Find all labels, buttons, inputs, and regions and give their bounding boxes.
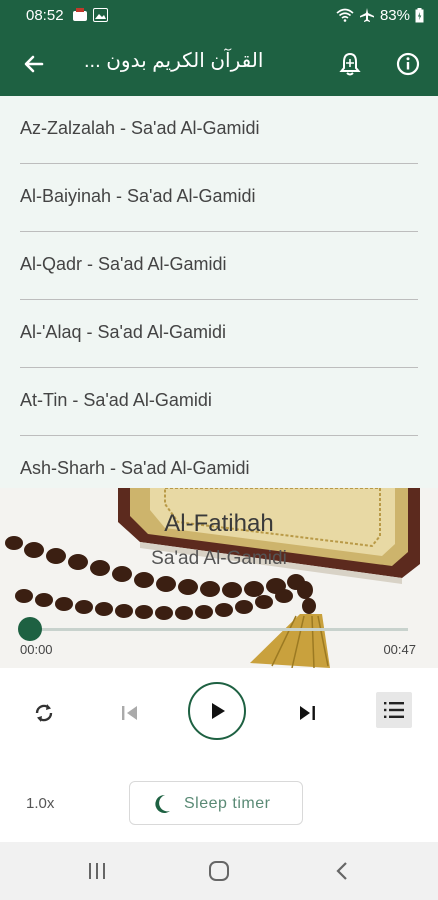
playlist: Az-Zalzalah - Sa'ad Al-Gamidi Al-Baiyina…: [0, 96, 438, 488]
back-nav-icon[interactable]: [332, 860, 352, 882]
skip-next-icon[interactable]: [296, 702, 318, 724]
status-time: 08:52: [26, 6, 64, 24]
now-playing-panel: Al-Fatihah Sa'ad Al-Gamidi 00:00 00:47: [0, 488, 438, 668]
now-playing-artist: Sa'ad Al-Gamidi: [151, 548, 287, 569]
bell-icon[interactable]: [336, 50, 364, 78]
status-bar: 08:52 83%: [0, 0, 438, 30]
system-navigation-bar: [0, 842, 438, 900]
duration: 00:47: [383, 642, 416, 657]
battery-level: 83%: [379, 6, 410, 24]
seek-thumb[interactable]: [18, 617, 42, 641]
moon-icon: [155, 794, 170, 813]
playback-speed-button[interactable]: 1.0x: [26, 795, 54, 812]
playlist-button[interactable]: [376, 692, 412, 728]
airplane-mode-icon: [359, 8, 374, 22]
image-notification-icon: [92, 8, 108, 22]
home-icon[interactable]: [208, 860, 230, 882]
skip-previous-icon[interactable]: [119, 702, 141, 724]
list-item[interactable]: Al-'Alaq - Sa'ad Al-Gamidi: [0, 300, 438, 368]
list-item[interactable]: Az-Zalzalah - Sa'ad Al-Gamidi: [0, 96, 438, 164]
play-icon: [212, 703, 225, 719]
list-item-label: Al-Qadr - Sa'ad Al-Gamidi: [20, 254, 227, 274]
app-bar: القرآن الكريم بدون ...: [0, 30, 438, 96]
list-item[interactable]: Al-Qadr - Sa'ad Al-Gamidi: [0, 232, 438, 300]
seek-bar[interactable]: [30, 628, 408, 631]
list-item[interactable]: Ash-Sharh - Sa'ad Al-Gamidi: [0, 436, 438, 488]
repeat-icon[interactable]: [31, 700, 57, 726]
list-item[interactable]: At-Tin - Sa'ad Al-Gamidi: [0, 368, 438, 436]
recent-apps-icon[interactable]: [86, 861, 108, 881]
wifi-icon: [336, 8, 354, 22]
list-item-label: Ash-Sharh - Sa'ad Al-Gamidi: [20, 458, 250, 478]
notification-app-icon: [72, 8, 87, 21]
page-title: القرآن الكريم بدون ...: [84, 50, 264, 72]
info-icon[interactable]: [394, 50, 422, 78]
battery-icon: [415, 7, 424, 22]
playlist-icon: [384, 702, 404, 718]
sleep-timer-label: Sleep timer: [184, 795, 271, 812]
list-item-label: Az-Zalzalah - Sa'ad Al-Gamidi: [20, 118, 260, 138]
play-button[interactable]: [188, 682, 246, 740]
playback-controls: [0, 668, 438, 758]
list-item-label: Al-Baiyinah - Sa'ad Al-Gamidi: [20, 186, 256, 206]
arrow-back-icon[interactable]: [20, 50, 48, 78]
current-time: 00:00: [20, 642, 53, 657]
list-item[interactable]: Al-Baiyinah - Sa'ad Al-Gamidi: [0, 164, 438, 232]
list-item-label: At-Tin - Sa'ad Al-Gamidi: [20, 390, 212, 410]
list-item-label: Al-'Alaq - Sa'ad Al-Gamidi: [20, 322, 226, 342]
now-playing-title: Al-Fatihah: [164, 510, 274, 537]
sleep-timer-button[interactable]: Sleep timer: [129, 781, 303, 825]
